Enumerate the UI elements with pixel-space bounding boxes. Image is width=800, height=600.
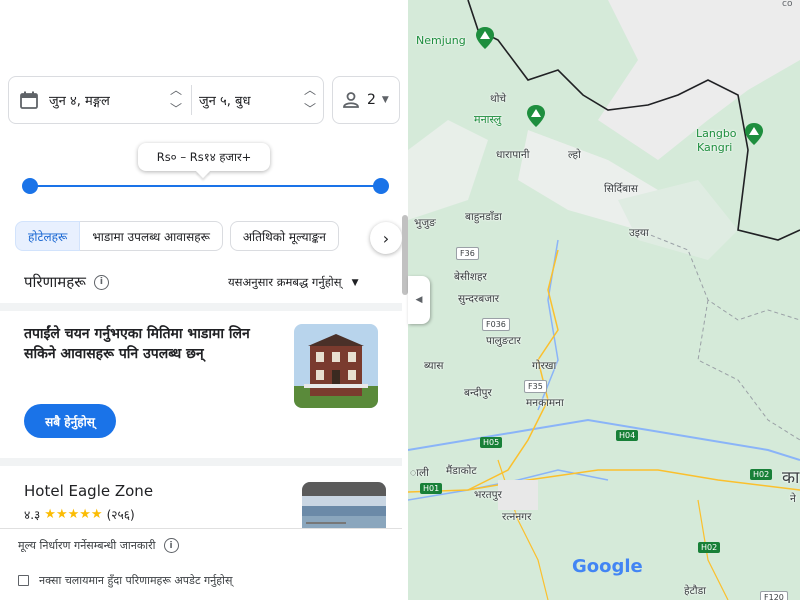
info-icon[interactable]: i [163, 538, 179, 553]
map-label: सिर्दिबास [604, 183, 638, 195]
calendar-icon [20, 91, 38, 109]
rental-house-image[interactable] [294, 324, 378, 408]
map-label: हेटौडा [684, 585, 706, 597]
map-label: गोरखा [532, 360, 557, 372]
guest-count: 2 [367, 92, 376, 108]
map-label: का [782, 468, 800, 488]
results-title: परिणामहरू [24, 273, 86, 291]
map-label: भुजुङ [414, 217, 436, 229]
hotel-name[interactable]: Hotel Eagle Zone [24, 482, 153, 500]
map-label: Kangri [697, 141, 733, 154]
map-label: धारापानी [496, 149, 530, 161]
map-label: बन्दीपुर [464, 387, 492, 399]
road-shield: F036 [482, 318, 510, 331]
tab-guest-rating[interactable]: अतिथिको मूल्याङ्कन [229, 221, 339, 251]
person-icon [343, 92, 359, 108]
see-all-button[interactable]: सबै हेर्नुहोस् [24, 404, 116, 438]
checkin-stepper[interactable]: ︿ ﹀ [169, 81, 183, 119]
chevron-down-icon[interactable]: ﹀ [169, 100, 183, 119]
map-label: Langbo [696, 127, 737, 140]
results-panel: जुन ४, मङ्गल ︿ ﹀ जुन ५, बुध ︿ ﹀ 2 ▼ Rs० … [0, 0, 408, 600]
map-update-checkbox[interactable] [18, 575, 29, 586]
date-divider [191, 85, 192, 115]
pricing-info: मूल्य निर्धारण गर्नेसम्बन्धी जानकारी i [18, 538, 179, 553]
section-divider [0, 303, 402, 311]
tab-rentals[interactable]: भाडामा उपलब्ध आवासहरू [80, 221, 223, 251]
map-label: बाहुनडाँडा [465, 211, 502, 223]
map-copyright[interactable]: co [782, 0, 792, 9]
sort-label: यसअनुसार क्रमबद्ध गर्नुहोस् [228, 275, 342, 289]
map-label: बेसीशहर [454, 271, 487, 283]
map-label: रत्ननगर [502, 511, 532, 523]
results-heading: परिणामहरू i [24, 272, 109, 292]
road-shield: H01 [420, 483, 443, 494]
date-picker[interactable]: जुन ४, मङ्गल ︿ ﹀ जुन ५, बुध ︿ ﹀ [8, 76, 324, 124]
map-update-label: नक्सा चलायमान हुँदा परिणामहरू अपडेट गर्न… [39, 574, 233, 587]
road-shield: H05 [480, 437, 503, 448]
price-slider-max-handle[interactable] [373, 178, 389, 194]
map-label: ल्हो [568, 149, 581, 161]
guest-selector[interactable]: 2 ▼ [332, 76, 400, 124]
mountain-peak-icon [745, 123, 763, 145]
map-label: पालुङटार [486, 335, 521, 347]
availability-notice: तपाईंले चयन गर्नुभएका मितिमा भाडामा लिन … [24, 326, 250, 362]
rating-value: ४.३ [24, 508, 41, 522]
chevron-right-icon[interactable]: › [370, 222, 402, 254]
checkout-date[interactable]: जुन ५, बुध [199, 77, 299, 123]
tab-hotels[interactable]: होटेलहरू [15, 221, 81, 251]
road-shield: H02 [750, 469, 773, 480]
section-divider [0, 458, 402, 466]
tab-rentals-label: भाडामा उपलब्ध आवासहरू [92, 229, 210, 244]
checkin-label: जुन ४, मङ्गल [49, 94, 110, 109]
mountain-peak-icon [476, 27, 494, 49]
see-all-label: सबै हेर्नुहोस् [45, 414, 95, 429]
map-label: मनकामना [526, 397, 564, 409]
map-update-toggle[interactable]: नक्सा चलायमान हुँदा परिणामहरू अपडेट गर्न… [18, 573, 232, 588]
map-label: Nemjung [416, 34, 466, 47]
map-label: भरतपुर [474, 489, 502, 501]
road-shield: H02 [698, 542, 721, 553]
chevron-up-icon[interactable]: ︿ [303, 81, 317, 100]
mountain-peak-icon [527, 105, 545, 127]
map-label: ब्यास [424, 360, 444, 372]
dropdown-arrow-icon: ▼ [351, 277, 359, 288]
pricing-info-label: मूल्य निर्धारण गर्नेसम्बन्धी जानकारी [18, 539, 156, 552]
checkin-date[interactable]: जुन ४, मङ्गल [19, 77, 189, 123]
price-slider-min-handle[interactable] [22, 178, 38, 194]
road-shield: F36 [456, 247, 479, 260]
price-range-label: Rs० – Rs१४ हजार+ [156, 149, 252, 164]
hotel-rating: ४.३ ★★★★★ (२५६) [24, 506, 135, 523]
checkout-label: जुन ५, बुध [199, 94, 251, 109]
sort-dropdown[interactable]: यसअनुसार क्रमबद्ध गर्नुहोस् ▼ [228, 275, 358, 290]
map-view[interactable]: Nemjung थोचे मनास्लु Langbo Kangri धाराप… [408, 0, 800, 600]
google-logo: Google [572, 556, 643, 577]
price-slider-track[interactable] [30, 185, 381, 187]
info-icon[interactable]: i [93, 274, 109, 290]
category-tabs: होटेलहरू भाडामा उपलब्ध आवासहरू अतिथिको म… [15, 221, 339, 253]
dropdown-arrow-icon: ▼ [381, 95, 389, 105]
star-rating-icon: ★★★★★ [44, 507, 103, 522]
tab-guest-rating-label: अतिथिको मूल्याङ्कन [242, 229, 326, 244]
map-label: थोचे [490, 93, 507, 105]
chevron-up-icon[interactable]: ︿ [169, 81, 183, 100]
road-shield: F35 [524, 380, 547, 393]
road-shield: F120 [760, 591, 788, 600]
map-label: ाली [410, 467, 429, 479]
price-range-tooltip: Rs० – Rs१४ हजार+ [138, 143, 270, 171]
road-shield: H04 [616, 430, 639, 441]
review-count: (२५६) [106, 508, 135, 522]
chevron-down-icon[interactable]: ﹀ [303, 100, 317, 119]
map-label: ने [790, 493, 796, 505]
tab-hotels-label: होटेलहरू [28, 229, 68, 244]
map-label: मैंडाकोट [446, 465, 477, 477]
map-label: सुन्दरबजार [458, 293, 500, 305]
collapse-panel-button[interactable]: ◀ [408, 276, 430, 324]
google-logo-text: Google [572, 556, 643, 577]
checkout-stepper[interactable]: ︿ ﹀ [303, 81, 317, 119]
map-label: मनास्लु [474, 113, 502, 126]
map-label: उइया [629, 227, 649, 239]
